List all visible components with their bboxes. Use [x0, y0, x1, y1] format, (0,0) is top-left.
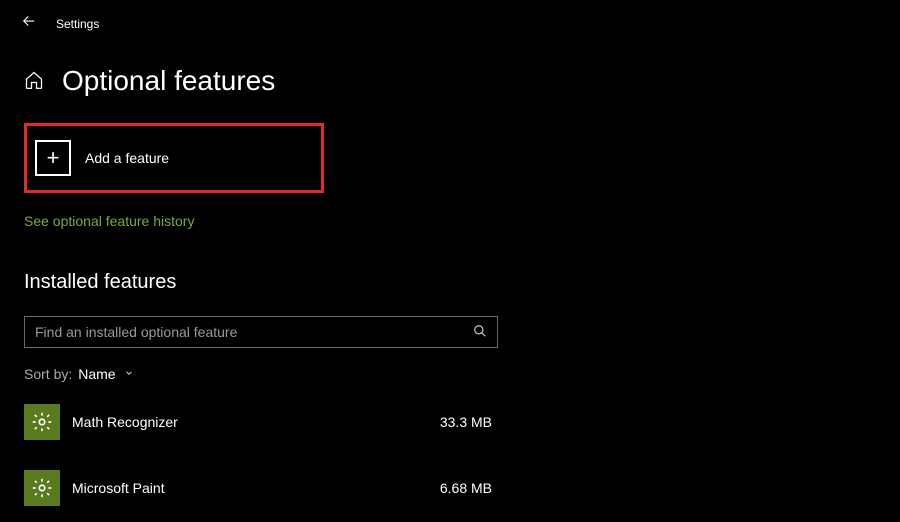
- search-icon: [473, 324, 487, 341]
- gear-icon: [24, 470, 60, 506]
- feature-size: 33.3 MB: [440, 414, 498, 430]
- feature-item[interactable]: Microsoft Paint 6.68 MB: [24, 464, 498, 512]
- back-button[interactable]: [20, 12, 38, 35]
- add-feature-button[interactable]: + Add a feature: [35, 140, 313, 176]
- gear-icon: [24, 404, 60, 440]
- history-link[interactable]: See optional feature history: [24, 213, 876, 229]
- installed-heading: Installed features: [24, 271, 876, 294]
- sort-value: Name: [78, 366, 115, 382]
- add-feature-highlight: + Add a feature: [24, 123, 324, 193]
- page-title: Optional features: [62, 65, 275, 97]
- home-icon[interactable]: [24, 70, 44, 93]
- feature-size: 6.68 MB: [440, 480, 498, 496]
- sort-label: Sort by:: [24, 366, 72, 382]
- titlebar-label: Settings: [56, 17, 99, 31]
- chevron-down-icon: [124, 368, 134, 381]
- feature-name: Math Recognizer: [72, 414, 440, 430]
- search-input[interactable]: [35, 324, 473, 340]
- add-feature-label: Add a feature: [85, 150, 169, 166]
- feature-name: Microsoft Paint: [72, 480, 440, 496]
- plus-icon: +: [35, 140, 71, 176]
- search-box[interactable]: [24, 316, 498, 348]
- sort-dropdown[interactable]: Sort by: Name: [24, 366, 876, 382]
- feature-item[interactable]: Math Recognizer 33.3 MB: [24, 398, 498, 446]
